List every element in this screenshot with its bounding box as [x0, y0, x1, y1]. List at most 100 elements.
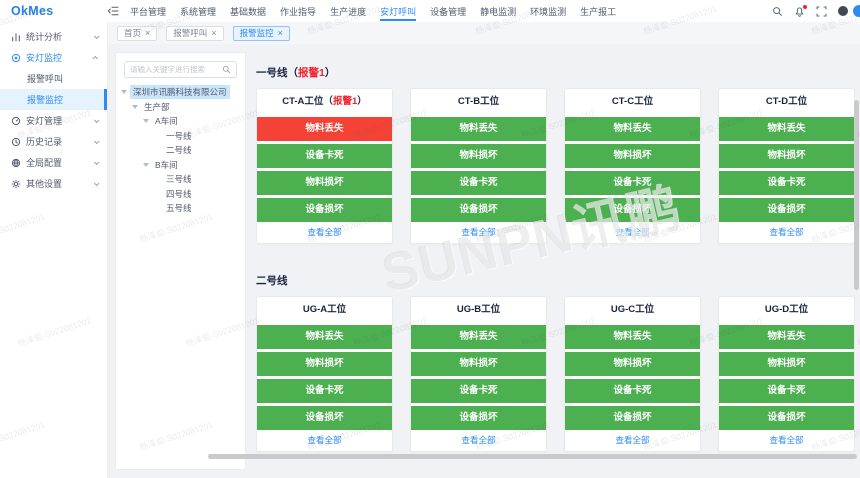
alarm-button[interactable]: 设备卡死	[719, 379, 854, 403]
topnav-item[interactable]: 安灯呼叫	[380, 0, 417, 22]
view-all-link[interactable]: 查看全部	[719, 430, 854, 451]
topnav-item[interactable]: 系统管理	[180, 0, 216, 22]
view-all-link[interactable]: 查看全部	[565, 222, 700, 243]
alarm-button[interactable]: 设备卡死	[411, 379, 546, 403]
tree-node[interactable]: 五号线	[116, 201, 245, 216]
tree-search-input[interactable]	[130, 65, 219, 74]
sidebar-group[interactable]: 其他设置	[0, 173, 107, 194]
alarm-button[interactable]: 物料损坏	[411, 144, 546, 168]
caret-down-icon[interactable]	[121, 90, 127, 95]
sidebar-group[interactable]: 历史记录	[0, 131, 107, 152]
alarm-button[interactable]: 物料丢失	[565, 117, 700, 141]
chevron-icon	[93, 116, 100, 123]
topnav-item[interactable]: 静电监测	[480, 0, 516, 22]
caret-down-icon[interactable]	[132, 104, 138, 109]
tree-node[interactable]: 三号线	[116, 172, 245, 187]
horizontal-scrollbar[interactable]	[208, 454, 857, 459]
search-icon[interactable]	[222, 65, 231, 74]
tree-node-label: 生产部	[144, 101, 170, 112]
alarm-button[interactable]: 物料丢失	[411, 117, 546, 141]
alarm-button[interactable]: 物料损坏	[719, 144, 854, 168]
alarm-button[interactable]: 设备损坏	[411, 406, 546, 430]
tree-node[interactable]: 一号线	[116, 129, 245, 144]
alarm-button-list: 物料丢失物料损坏设备卡死设备损坏	[565, 325, 700, 430]
alarm-button[interactable]: 物料丢失	[257, 325, 392, 349]
sidebar-group[interactable]: 安灯管理	[0, 110, 107, 131]
station-card-title: CT-D工位（）	[719, 89, 854, 114]
tree-node[interactable]: 深圳市讯鹏科技有限公司	[116, 85, 245, 100]
alarm-button[interactable]: 物料丢失	[411, 325, 546, 349]
search-icon[interactable]	[772, 6, 783, 17]
tab-close-icon[interactable]: ×	[211, 28, 216, 38]
alarm-button[interactable]: 设备卡死	[719, 171, 854, 195]
bell-icon[interactable]	[794, 4, 807, 17]
globe-icon	[11, 158, 21, 168]
alarm-button[interactable]: 设备损坏	[257, 198, 392, 222]
tab-close-icon[interactable]: ×	[278, 28, 283, 38]
alarm-button[interactable]: 设备损坏	[257, 406, 392, 430]
topnav-item[interactable]: 生产进度	[330, 0, 366, 22]
alarm-button[interactable]: 物料损坏	[411, 352, 546, 376]
sidebar-group-label: 安灯监控	[26, 53, 63, 63]
tab[interactable]: 首页 ×	[117, 25, 158, 41]
station-card-grid: CT-A工位（报警1） 物料丢失 设备卡死 物料损坏 设备损坏 查看全部 CT-B工位…	[256, 88, 855, 244]
vertical-scrollbar-thumb[interactable]	[854, 100, 859, 290]
alarm-button[interactable]: 设备卡死	[257, 379, 392, 403]
alarm-button[interactable]: 设备损坏	[719, 198, 854, 222]
monitor-icon	[11, 53, 21, 63]
alarm-button[interactable]: 物料丢失	[257, 117, 392, 141]
topnav-item[interactable]: 作业指导	[280, 0, 316, 22]
sidebar: 统计分析 安灯监控 报警呼叫 报警监控 安灯管理 历史记录 全局配置 其他设置	[0, 22, 108, 478]
alarm-button[interactable]: 物料丢失	[719, 325, 854, 349]
topnav-item[interactable]: 平台管理	[130, 0, 166, 22]
station-name: UG-B工位	[456, 304, 501, 315]
alarm-button[interactable]: 物料丢失	[719, 117, 854, 141]
topnav-item[interactable]: 设备管理	[430, 0, 466, 22]
tree-node[interactable]: A车间	[116, 114, 245, 129]
alarm-button[interactable]: 物料损坏	[257, 171, 392, 195]
alarm-button[interactable]: 设备卡死	[565, 171, 700, 195]
alarm-button[interactable]: 设备卡死	[411, 171, 546, 195]
tree-node[interactable]: 四号线	[116, 187, 245, 202]
alarm-button[interactable]: 设备损坏	[565, 198, 700, 222]
avatar[interactable]	[838, 6, 848, 16]
menu-fold-icon[interactable]	[106, 4, 120, 18]
view-all-link[interactable]: 查看全部	[257, 430, 392, 451]
alarm-button[interactable]: 物料损坏	[719, 352, 854, 376]
sidebar-subitem[interactable]: 报警监控	[0, 89, 107, 110]
alarm-button[interactable]: 设备损坏	[719, 406, 854, 430]
view-all-link[interactable]: 查看全部	[411, 430, 546, 451]
caret-down-icon[interactable]	[143, 162, 149, 167]
view-all-link[interactable]: 查看全部	[257, 222, 392, 243]
tree-node[interactable]: B车间	[116, 158, 245, 173]
alarm-button[interactable]: 设备卡死	[565, 379, 700, 403]
alarm-button[interactable]: 物料丢失	[565, 325, 700, 349]
alarm-button[interactable]: 设备损坏	[411, 198, 546, 222]
tree-node[interactable]: 二号线	[116, 143, 245, 158]
view-all-link[interactable]: 查看全部	[719, 222, 854, 243]
tab[interactable]: 报警监控 ×	[232, 25, 290, 41]
station-name: CT-D工位	[765, 96, 808, 107]
sidebar-subitem[interactable]: 报警呼叫	[0, 68, 107, 89]
fullscreen-icon[interactable]	[816, 6, 827, 17]
station-alarm-badge: 报警1	[332, 96, 358, 107]
topnav-item[interactable]: 基础数据	[230, 0, 266, 22]
vertical-scrollbar[interactable]	[854, 44, 859, 478]
alarm-button[interactable]: 设备卡死	[257, 144, 392, 168]
tree-node[interactable]: 生产部	[116, 100, 245, 115]
topnav-item[interactable]: 生产报工	[580, 0, 616, 22]
view-all-link[interactable]: 查看全部	[411, 222, 546, 243]
user-avatar-edge[interactable]	[853, 5, 860, 17]
tab-close-icon[interactable]: ×	[145, 28, 150, 38]
sidebar-group[interactable]: 统计分析	[0, 26, 107, 47]
view-all-link[interactable]: 查看全部	[565, 430, 700, 451]
sidebar-group[interactable]: 安灯监控	[0, 47, 107, 68]
alarm-button[interactable]: 物料损坏	[257, 352, 392, 376]
topnav-item[interactable]: 环境监测	[530, 0, 566, 22]
tab[interactable]: 报警呼叫 ×	[166, 25, 224, 41]
alarm-button[interactable]: 物料损坏	[565, 144, 700, 168]
sidebar-group[interactable]: 全局配置	[0, 152, 107, 173]
alarm-button[interactable]: 物料损坏	[565, 352, 700, 376]
caret-down-icon[interactable]	[143, 119, 149, 124]
alarm-button[interactable]: 设备损坏	[565, 406, 700, 430]
